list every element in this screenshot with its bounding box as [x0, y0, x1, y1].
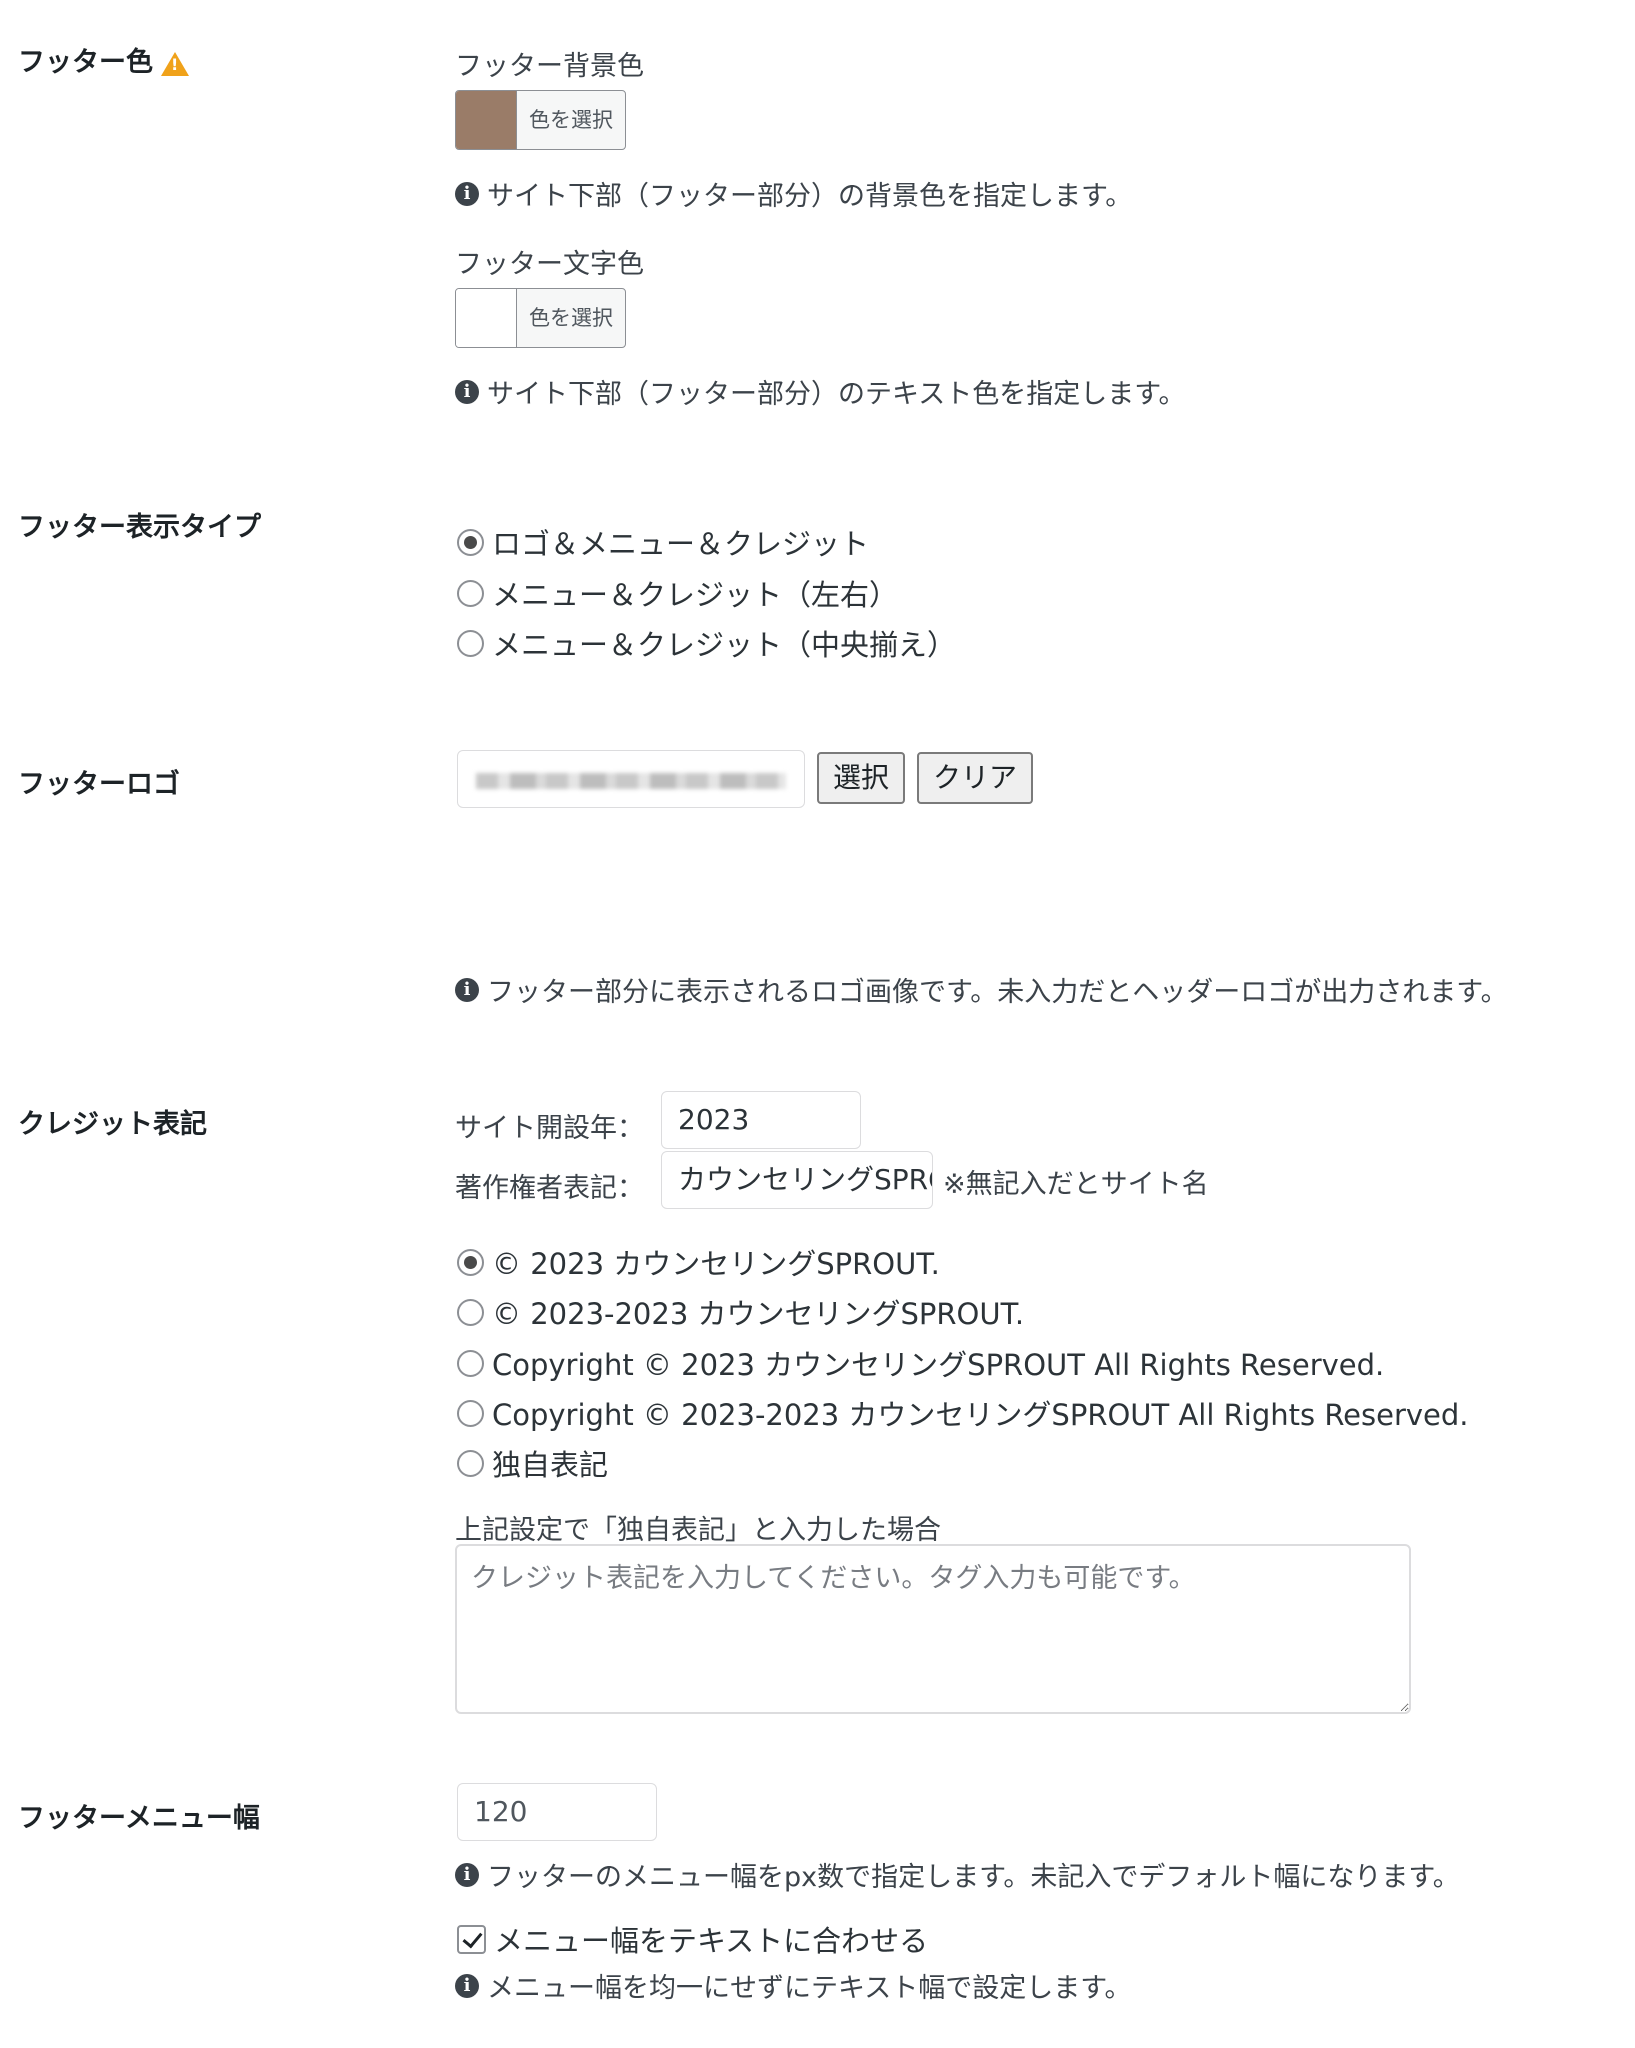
info-icon: i: [455, 1862, 479, 1887]
display-type-option-0[interactable]: ロゴ＆メニュー＆クレジット: [457, 521, 869, 563]
footer-logo-note: i フッター部分に表示されるロゴ画像です。未入力だとヘッダーロゴが出力されます。: [455, 970, 1508, 1009]
logo-select-button[interactable]: 選択: [817, 752, 905, 804]
info-icon: i: [455, 379, 479, 404]
fit-menu-width-note: i メニュー幅を均一にせずにテキスト幅で設定します。: [455, 1966, 1132, 2005]
owner-input[interactable]: カウンセリングSPROUT: [661, 1151, 933, 1209]
radio-label: ロゴ＆メニュー＆クレジット: [492, 527, 870, 561]
footer-text-color-label: フッター文字色: [455, 249, 644, 280]
radio-label: 独自表記: [492, 1448, 609, 1482]
info-icon: i: [455, 977, 479, 1002]
display-type-option-2[interactable]: メニュー＆クレジット（中央揃え）: [457, 622, 956, 664]
display-type-option-1[interactable]: メニュー＆クレジット（左右）: [457, 572, 898, 614]
radio-button[interactable]: [457, 579, 484, 607]
fit-menu-width-checkbox-row[interactable]: メニュー幅をテキストに合わせる: [457, 1918, 928, 1960]
footer-logo-label: フッターロゴ: [18, 769, 180, 800]
credit-label: クレジット表記: [18, 1109, 207, 1140]
year-input[interactable]: 2023: [661, 1091, 861, 1149]
footer-bg-color-picker-button[interactable]: 色を選択: [455, 90, 626, 150]
radio-button[interactable]: [457, 528, 484, 556]
radio-button[interactable]: [457, 1449, 484, 1477]
warning-icon: !: [161, 51, 189, 76]
footer-bg-color-label: フッター背景色: [455, 51, 644, 82]
note-text: サイト下部（フッター部分）の背景色を指定します。: [487, 181, 1133, 212]
note-text: メニュー幅を均一にせずにテキスト幅で設定します。: [487, 1973, 1132, 2004]
menu-width-label: フッターメニュー幅: [18, 1803, 260, 1834]
blurred-url: [476, 773, 786, 789]
display-type-label: フッター表示タイプ: [18, 512, 261, 543]
footer-color-row-label: フッター色!: [18, 40, 189, 79]
radio-button[interactable]: [457, 1298, 484, 1326]
note-text: サイト下部（フッター部分）のテキスト色を指定します。: [487, 379, 1186, 410]
color-swatch: [456, 289, 517, 347]
note-text: フッターのメニュー幅をpx数で指定します。未記入でデフォルト幅になります。: [487, 1862, 1460, 1893]
radio-label: © 2023-2023 カウンセリングSPROUT.: [492, 1297, 1025, 1331]
footer-bg-color-note: i サイト下部（フッター部分）の背景色を指定します。: [455, 174, 1132, 213]
credit-option-2[interactable]: Copyright © 2023 カウンセリングSPROUT All Right…: [457, 1342, 1384, 1384]
logo-clear-button[interactable]: クリア: [917, 752, 1033, 804]
radio-label: メニュー＆クレジット（左右）: [492, 578, 899, 612]
credit-option-3[interactable]: Copyright © 2023-2023 カウンセリングSPROUT All …: [457, 1392, 1469, 1434]
checkmark-icon[interactable]: [457, 1924, 486, 1954]
color-swatch: [456, 91, 517, 149]
radio-button[interactable]: [457, 1248, 484, 1276]
footer-text-color-picker-button[interactable]: 色を選択: [455, 288, 626, 348]
note-text: フッター部分に表示されるロゴ画像です。未入力だとヘッダーロゴが出力されます。: [487, 977, 1508, 1008]
custom-credit-textarea[interactable]: [455, 1544, 1411, 1714]
info-icon: i: [455, 181, 479, 206]
radio-button[interactable]: [457, 1399, 484, 1427]
owner-hint: ※無記入だとサイト名: [943, 1169, 1209, 1200]
radio-label: メニュー＆クレジット（中央揃え）: [492, 628, 957, 662]
color-picker-label: 色を選択: [529, 108, 613, 132]
footer-color-label: フッター色: [18, 47, 153, 78]
custom-credit-label: 上記設定で「独自表記」と入力した場合: [455, 1515, 941, 1546]
menu-width-note: i フッターのメニュー幅をpx数で指定します。未記入でデフォルト幅になります。: [455, 1855, 1460, 1894]
radio-button[interactable]: [457, 1349, 484, 1377]
radio-label: Copyright © 2023 カウンセリングSPROUT All Right…: [492, 1348, 1385, 1382]
owner-label: 著作権者表記：: [455, 1173, 644, 1204]
checkbox-label: メニュー幅をテキストに合わせる: [494, 1924, 929, 1958]
footer-logo-url-input[interactable]: [457, 750, 805, 808]
footer-text-color-note: i サイト下部（フッター部分）のテキスト色を指定します。: [455, 372, 1186, 411]
credit-option-1[interactable]: © 2023-2023 カウンセリングSPROUT.: [457, 1291, 1024, 1333]
radio-label: Copyright © 2023-2023 カウンセリングSPROUT All …: [492, 1398, 1469, 1432]
radio-button[interactable]: [457, 629, 484, 657]
menu-width-input[interactable]: 120: [457, 1783, 657, 1841]
info-icon: i: [455, 1973, 479, 1998]
credit-option-0[interactable]: © 2023 カウンセリングSPROUT.: [457, 1241, 940, 1283]
color-picker-label: 色を選択: [529, 306, 613, 330]
credit-option-4[interactable]: 独自表記: [457, 1442, 608, 1484]
year-label: サイト開設年：: [455, 1113, 644, 1144]
radio-label: © 2023 カウンセリングSPROUT.: [492, 1247, 940, 1281]
